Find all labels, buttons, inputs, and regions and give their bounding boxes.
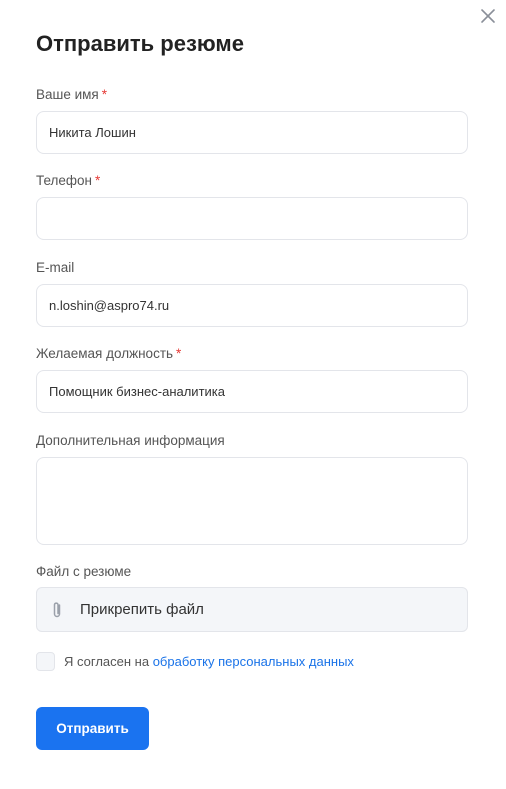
submit-button[interactable]: Отправить [36,707,149,750]
attach-file-label: Прикрепить файл [80,601,204,618]
additional-info-label: Дополнительная информация [36,433,225,448]
required-mark: * [101,87,107,102]
consent-checkbox[interactable] [36,652,55,671]
position-label: Желаемая должность * [36,346,181,361]
additional-info-textarea[interactable] [36,457,468,545]
position-input[interactable] [36,370,468,413]
file-label: Файл с резюме [36,564,132,579]
email-input[interactable] [36,284,468,327]
email-label: E-mail [36,260,75,275]
resume-modal: Отправить резюме Ваше имя* Телефон* E-ma… [0,0,506,789]
consent-text: Я согласен на [64,654,150,669]
modal-title: Отправить резюме [36,31,244,56]
position-label-text: Желаемая должность [36,346,174,361]
attach-file-button[interactable]: Прикрепить файл [36,587,468,632]
name-label: Ваше имя * [36,87,107,102]
privacy-policy-link[interactable]: обработку персональных данных [153,654,354,669]
phone-label-text: Телефон [36,173,93,188]
phone-input[interactable] [36,197,468,240]
close-icon[interactable] [478,6,498,26]
required-mark: * [95,173,101,188]
consent-text-wrap: Я согласен на обработку персональных дан… [64,654,354,669]
required-mark: * [176,346,182,361]
paperclip-icon [51,600,63,620]
name-input[interactable] [36,111,468,154]
name-label-text: Ваше имя [36,87,99,102]
phone-label: Телефон * [36,173,100,188]
